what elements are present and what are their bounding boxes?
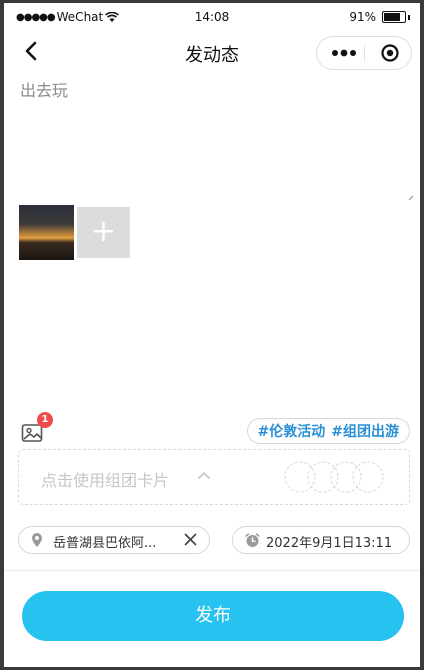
topic-tags[interactable]: #伦敦活动 #组团出游 [246,418,410,444]
battery: 91% [349,10,410,24]
topic-tag[interactable]: #伦敦活动 [258,421,326,441]
battery-percent: 91% [349,10,376,24]
post-text-input[interactable]: 出去玩 [20,77,412,201]
resize-handle-icon [409,196,413,200]
location-pin-icon [32,533,42,547]
location-chip[interactable]: 岳普湖县巴依阿... [18,526,210,554]
chevron-up-icon [198,472,210,479]
topic-tag[interactable]: #组团出游 [331,421,399,441]
battery-tip [408,14,410,20]
photo-thumbnail[interactable] [19,205,74,260]
publish-button[interactable]: 发布 [22,591,404,641]
phone-screen: ●●●●● WeChat 14:08 91% 发动态 出去玩 + 1 #伦敦活动… [4,3,420,667]
team-card-selector[interactable]: 点击使用组团卡片 [18,449,410,505]
battery-icon [382,11,406,23]
image-count-badge: 1 [37,412,53,428]
datetime-text: 2022年9月1日13:11 [266,536,393,551]
battery-fill [384,13,400,21]
footer-divider [4,570,420,571]
alarm-clock-icon [245,533,260,547]
nav-bar: 发动态 [4,31,420,75]
team-card-label: 点击使用组团卡片 [41,471,170,490]
datetime-chip[interactable]: 2022年9月1日13:11 [232,526,410,554]
add-photo-button[interactable]: + [77,207,130,258]
miniprogram-close-icon[interactable] [381,44,399,62]
location-text: 岳普湖县巴依阿... [53,536,157,551]
team-avatars-placeholder-icon [284,461,384,493]
more-dots-icon[interactable] [331,47,357,59]
miniprogram-capsule [316,36,412,70]
capsule-divider [364,45,365,61]
status-bar: ●●●●● WeChat 14:08 91% [4,3,420,31]
close-icon[interactable] [184,533,197,546]
